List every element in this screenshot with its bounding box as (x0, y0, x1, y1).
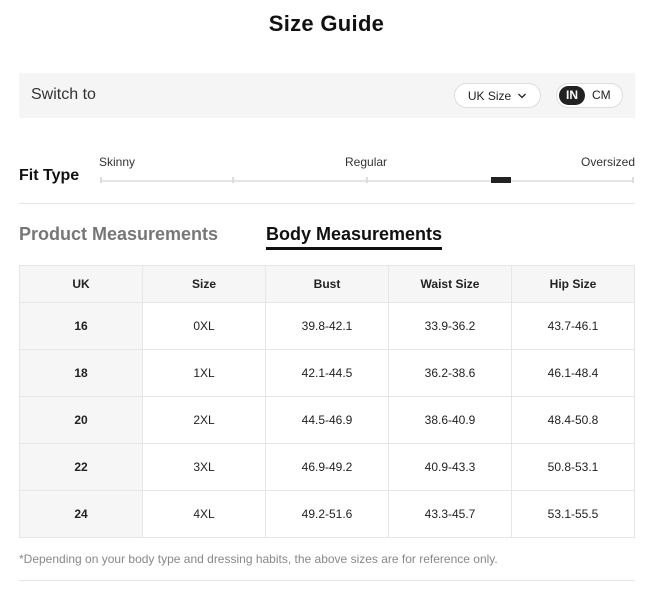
size-system-select[interactable]: UK Size (454, 83, 541, 108)
page-title: Size Guide (268, 11, 385, 36)
table-header-row: UK Size Bust Waist Size Hip Size (19, 265, 635, 303)
size-system-value: UK Size (467, 88, 512, 103)
cell-waist: 38.6-40.9 (388, 396, 512, 444)
cell-hip: 46.1-48.4 (511, 349, 635, 397)
column-header-hip: Hip Size (511, 265, 635, 303)
footnote: *Depending on your body type and dressin… (19, 552, 498, 566)
cell-size: 3XL (142, 443, 266, 491)
fit-tick-regular: Regular (345, 155, 388, 169)
table-row: 20 2XL 44.5-46.9 38.6-40.9 48.4-50.8 (19, 396, 635, 444)
divider (19, 203, 635, 204)
tab-body-measurements[interactable]: Body Measurements (266, 224, 443, 250)
cell-hip: 48.4-50.8 (511, 396, 635, 444)
column-header-waist: Waist Size (388, 265, 512, 303)
table-row: 24 4XL 49.2-51.6 43.3-45.7 53.1-55.5 (19, 490, 635, 538)
cell-waist: 33.9-36.2 (388, 302, 512, 350)
cell-bust: 42.1-44.5 (265, 349, 389, 397)
cell-uk: 24 (19, 490, 143, 538)
column-header-bust: Bust (265, 265, 389, 303)
size-table: UK Size Bust Waist Size Hip Size 16 0XL … (19, 265, 635, 538)
column-header-uk: UK (19, 265, 143, 303)
table-row: 16 0XL 39.8-42.1 33.9-36.2 43.7-46.1 (19, 302, 635, 350)
chevron-down-icon (518, 93, 527, 98)
column-header-size: Size (142, 265, 266, 303)
table-row: 18 1XL 42.1-44.5 36.2-38.6 46.1-48.4 (19, 349, 635, 397)
fit-type-label: Fit Type (19, 167, 80, 184)
fit-scale-mark (100, 177, 102, 183)
cell-bust: 49.2-51.6 (265, 490, 389, 538)
cell-size: 0XL (142, 302, 266, 350)
fit-tick-skinny: Skinny (99, 155, 136, 169)
unit-cm-button[interactable]: CM (585, 86, 618, 105)
fit-scale-mark (366, 177, 368, 183)
cell-size: 2XL (142, 396, 266, 444)
cell-uk: 22 (19, 443, 143, 491)
unit-toggle: IN CM (556, 83, 623, 108)
cell-hip: 43.7-46.1 (511, 302, 635, 350)
cell-waist: 36.2-38.6 (388, 349, 512, 397)
divider (19, 580, 635, 581)
cell-bust: 44.5-46.9 (265, 396, 389, 444)
fit-tick-oversized: Oversized (581, 155, 636, 169)
switch-bar: Switch to UK Size IN CM (19, 73, 635, 118)
cell-hip: 53.1-55.5 (511, 490, 635, 538)
fit-scale-mark (632, 177, 634, 183)
cell-waist: 40.9-43.3 (388, 443, 512, 491)
switch-label: Switch to (31, 86, 96, 103)
cell-bust: 39.8-42.1 (265, 302, 389, 350)
tab-product-measurements[interactable]: Product Measurements (19, 224, 218, 245)
cell-uk: 20 (19, 396, 143, 444)
cell-hip: 50.8-53.1 (511, 443, 635, 491)
cell-bust: 46.9-49.2 (265, 443, 389, 491)
cell-size: 1XL (142, 349, 266, 397)
cell-size: 4XL (142, 490, 266, 538)
cell-uk: 16 (19, 302, 143, 350)
fit-indicator (491, 177, 511, 183)
unit-in-button[interactable]: IN (559, 86, 585, 105)
fit-scale-mark (232, 177, 234, 183)
cell-waist: 43.3-45.7 (388, 490, 512, 538)
table-row: 22 3XL 46.9-49.2 40.9-43.3 50.8-53.1 (19, 443, 635, 491)
cell-uk: 18 (19, 349, 143, 397)
